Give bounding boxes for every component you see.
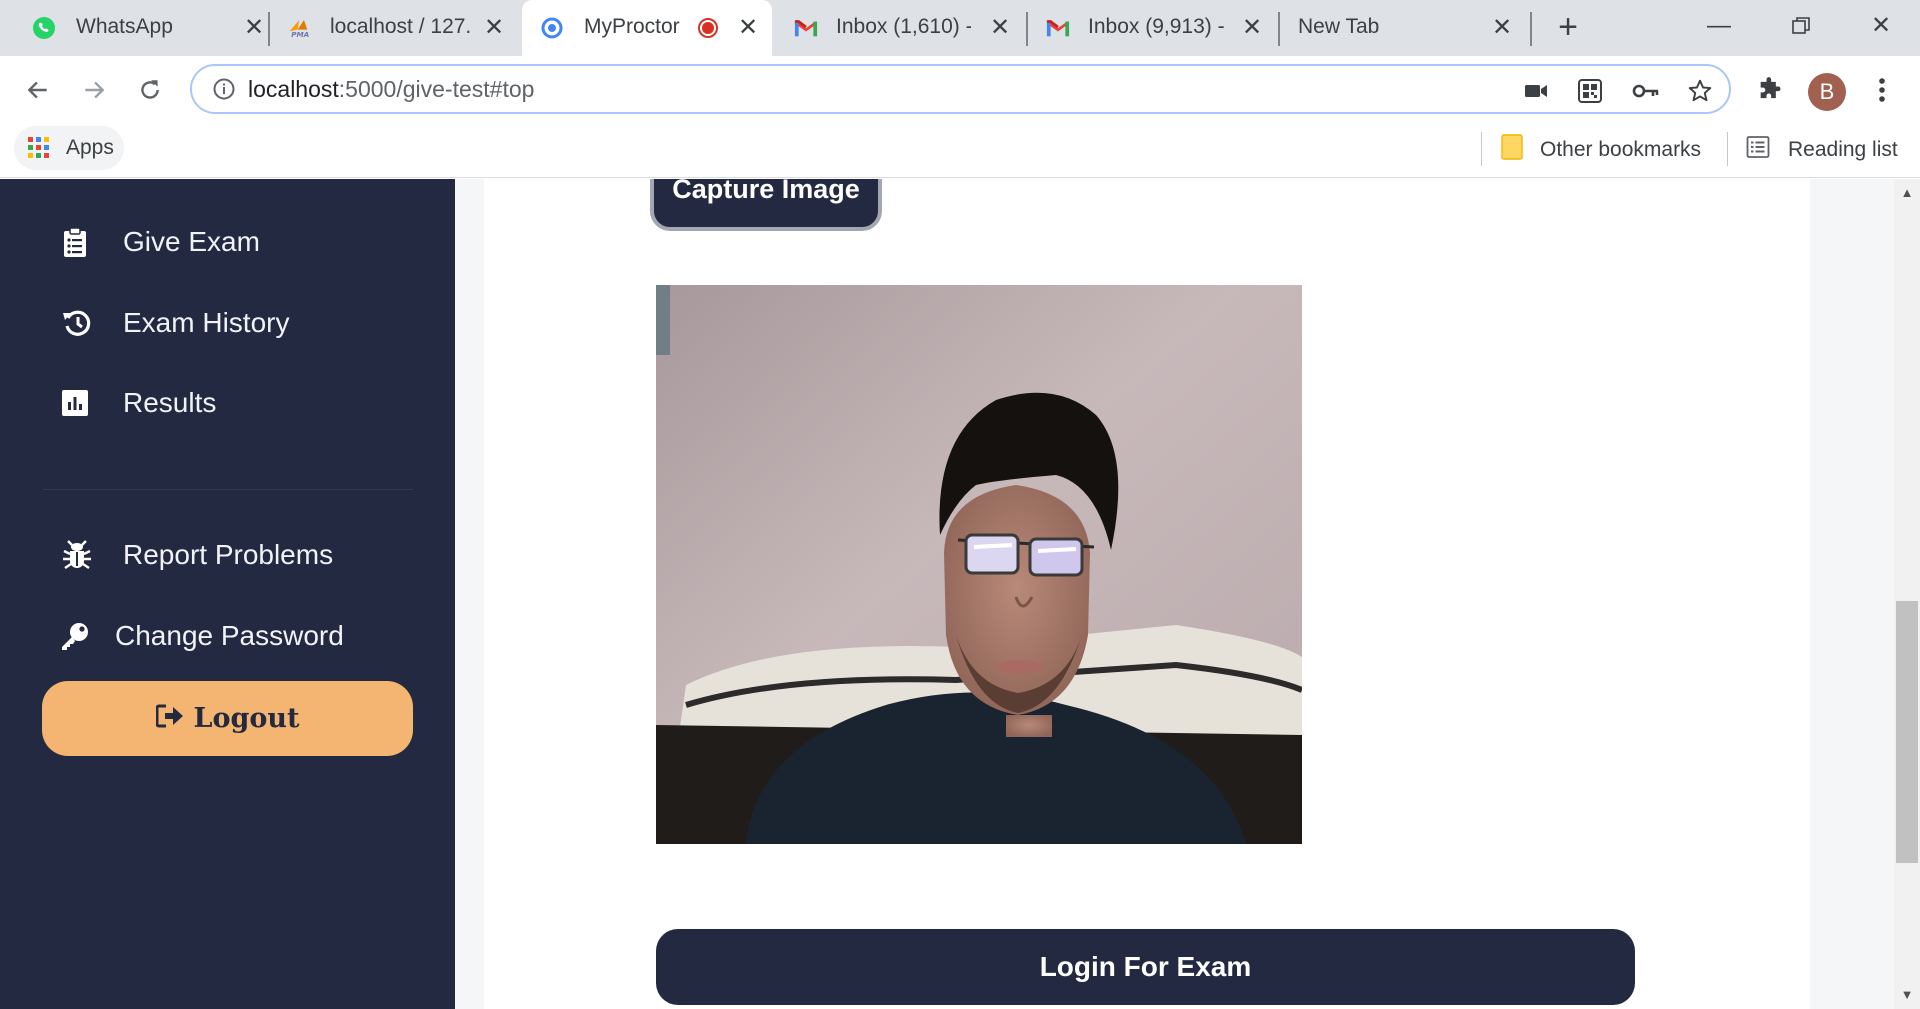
tab-phpmyadmin[interactable]: PMA localhost / 127. ✕ [272,0,522,56]
sidebar-item-label: Give Exam [123,226,260,257]
url-text: localhost:5000/give-test#top [248,76,534,103]
phpmyadmin-icon: PMA [288,16,312,40]
chart-bar-icon [60,388,90,418]
page-scrollbar[interactable]: ▲ ▼ [1894,179,1920,1009]
logout-button[interactable]: Logout [42,681,413,756]
tab-title: localhost / 127. [330,15,472,38]
capture-image-label: Capture Image [672,179,860,204]
sidebar-item-results[interactable]: Results [0,373,455,433]
bookmarks-separator [1481,132,1482,166]
history-icon [62,308,92,338]
address-bar[interactable]: localhost:5000/give-test#top [190,64,1731,114]
sidebar: Give Exam Exam History Results Report Pr… [0,179,455,1009]
tab-separator [1530,12,1532,46]
close-icon[interactable]: ✕ [480,14,508,42]
recording-icon [696,16,720,40]
sidebar-item-label: Results [123,387,217,418]
chrome-icon [540,16,564,40]
sidebar-item-change-password[interactable]: Change Password [0,606,455,666]
sidebar-item-give-exam[interactable]: Give Exam [0,212,455,272]
profile-avatar[interactable]: B [1808,73,1846,111]
apps-bookmark[interactable]: Apps [14,126,124,170]
sidebar-item-report-problems[interactable]: Report Problems [0,525,455,585]
password-key-icon[interactable] [1632,77,1660,105]
browser-toolbar: localhost:5000/give-test#top B [0,56,1920,122]
new-tab-plus-icon[interactable]: + [1552,10,1584,44]
sidebar-item-label: Report Problems [123,539,334,570]
scrollbar-thumb[interactable] [1896,601,1918,863]
close-icon[interactable]: ✕ [240,14,268,42]
bookmarks-separator [1727,132,1728,166]
reload-icon[interactable] [130,70,170,110]
tab-title: Inbox (1,610) - [836,15,971,38]
tab-separator [1278,12,1280,46]
extensions-puzzle-icon[interactable] [1752,72,1788,108]
close-icon[interactable]: ✕ [986,14,1014,42]
sidebar-item-label: Exam History [123,307,290,338]
tab-separator [268,12,270,46]
close-icon[interactable]: ✕ [734,14,762,42]
tab-title: WhatsApp [76,15,173,38]
close-icon[interactable]: ✕ [1488,14,1516,42]
tab-myproctor[interactable]: MyProctor ✕ [522,0,772,56]
apps-grid-icon [28,137,50,164]
folder-icon [1500,133,1524,167]
other-bookmarks-label: Other bookmarks [1540,138,1702,161]
scroll-down-arrow-icon[interactable]: ▼ [1899,987,1915,1003]
qr-code-icon[interactable] [1576,77,1604,105]
tab-title: MyProctor [584,15,680,38]
captured-webcam-photo [656,285,1302,844]
login-for-exam-label: Login For Exam [1039,951,1252,982]
sidebar-item-label: Change Password [115,620,344,651]
forward-arrow-icon[interactable] [74,70,114,110]
minimize-icon[interactable]: — [1694,6,1744,46]
main-content: Capture Image Login For Exam [484,179,1810,1009]
apps-label: Apps [66,136,114,159]
bookmark-star-icon[interactable] [1686,77,1714,105]
login-for-exam-button[interactable]: Login For Exam [656,929,1635,1005]
clipboard-list-icon [60,227,90,257]
site-info-icon[interactable] [212,77,236,101]
window-close-icon[interactable]: ✕ [1856,6,1906,46]
reading-list-label: Reading list [1788,138,1898,161]
whatsapp-icon [32,16,56,40]
sidebar-item-exam-history[interactable]: Exam History [0,293,455,353]
capture-image-button[interactable]: Capture Image [650,179,882,231]
reading-list[interactable]: Reading list [1746,132,1898,168]
gmail-icon [794,16,818,40]
svg-text:PMA: PMA [291,30,309,39]
back-arrow-icon[interactable] [18,70,58,110]
other-bookmarks[interactable]: Other bookmarks [1500,132,1701,168]
scroll-up-arrow-icon[interactable]: ▲ [1899,185,1915,201]
reading-list-icon [1746,135,1770,165]
bookmarks-bar: Apps Other bookmarks Reading list [0,122,1920,178]
tab-separator [1026,12,1028,46]
tab-new-tab[interactable]: New Tab ✕ [1282,0,1532,56]
url-path: :5000/give-test#top [338,76,535,102]
tab-gmail-1[interactable]: Inbox (1,610) - ✕ [780,0,1030,56]
sign-out-icon [155,704,184,733]
bug-icon [62,540,92,570]
logout-label: Logout [193,703,300,734]
more-menu-icon[interactable] [1864,72,1900,108]
camera-icon[interactable] [1522,77,1550,105]
close-icon[interactable]: ✕ [1238,14,1266,42]
tab-whatsapp[interactable]: WhatsApp ✕ [14,0,264,56]
gmail-icon [1046,16,1070,40]
tab-strip: WhatsApp ✕ PMA localhost / 127. ✕ MyProc… [0,0,1920,56]
page-viewport: Give Exam Exam History Results Report Pr… [0,179,1920,1009]
url-host: localhost [248,76,339,102]
restore-icon[interactable] [1776,6,1826,46]
tab-title: New Tab [1298,15,1380,38]
key-icon [60,621,90,651]
tab-gmail-2[interactable]: Inbox (9,913) - ✕ [1030,0,1280,56]
sidebar-divider [43,489,413,490]
tab-title: Inbox (9,913) - [1088,15,1225,38]
